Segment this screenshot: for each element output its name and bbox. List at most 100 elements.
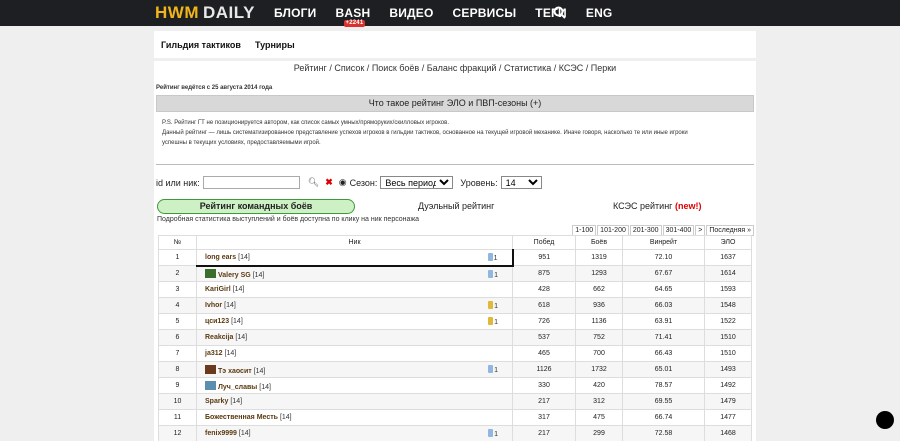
col-elo[interactable]: ЭЛО [704, 235, 752, 250]
subnav-tournaments[interactable]: Турниры [255, 40, 295, 50]
elo-cell: 1468 [704, 425, 752, 441]
nick-cell: Божественная Месть [14] [196, 409, 513, 426]
wins-cell: 317 [512, 409, 576, 426]
nav-eng[interactable]: ENG [586, 6, 613, 20]
player-level: [14] [252, 271, 265, 279]
rank-cell: 1 [158, 249, 197, 266]
player-nick-link[interactable]: Reakcija [205, 334, 233, 341]
fights-cell: 475 [575, 409, 623, 426]
medal-count: 1 [494, 319, 498, 326]
medal-icon: 1 [488, 269, 498, 279]
player-nick-link[interactable]: fenix9999 [205, 430, 237, 437]
player-nick-link[interactable]: Божественная Месть [205, 414, 278, 421]
col-nick[interactable]: Ник [196, 235, 513, 250]
clear-icon[interactable]: ✖ [325, 177, 333, 188]
fights-cell: 752 [575, 329, 623, 346]
clan-icon[interactable] [205, 364, 216, 374]
nick-cell: Луч_славы [14] [196, 377, 513, 394]
ps-line: Данный рейтинг — лишь систематизированно… [162, 130, 688, 136]
player-nick-link[interactable]: KariGirl [205, 286, 231, 293]
player-level: [14] [238, 253, 250, 261]
season-select[interactable]: Весь период [380, 176, 454, 189]
wins-cell: 726 [512, 313, 576, 330]
col-fights[interactable]: Боёв [575, 235, 623, 250]
subnav-tactics-guild[interactable]: Гильдия тактиков [161, 40, 241, 50]
ps-line: P.S. Рейтинг ГТ не позиционируется автор… [162, 120, 449, 126]
new-badge: (new!) [674, 201, 702, 211]
col-winrate[interactable]: Винрейт [622, 235, 705, 250]
fights-cell: 1319 [575, 249, 623, 266]
elo-cell: 1493 [704, 361, 752, 378]
tab-duel-rating[interactable]: Дуэльный рейтинг [418, 201, 494, 211]
scroll-top-button[interactable] [876, 411, 894, 429]
table-row: 10 Sparky [14] 217 312 69.55 1479 [158, 393, 752, 410]
wins-cell: 951 [512, 249, 576, 266]
level-select[interactable]: 14 [500, 176, 542, 189]
rating-tabs: Рейтинг командных боёв Дуэльный рейтинг … [157, 199, 755, 214]
search-icon[interactable]: 🔍︎ [308, 177, 319, 188]
tab-kses-rating[interactable]: КСЭС рейтинг (new!) [613, 201, 701, 211]
link-list[interactable]: Список [334, 63, 364, 73]
link-rating[interactable]: Рейтинг [294, 63, 327, 73]
wins-cell: 428 [512, 281, 576, 298]
sub-nav: Гильдия тактиков Турниры [154, 31, 756, 58]
player-nick-link[interactable]: Ivhor [205, 302, 222, 309]
wins-cell: 618 [512, 297, 576, 314]
rating-since-text: Рейтинг ведётся с 25 августа 2014 года [156, 85, 273, 91]
table-row: 6 Reakcija [14] 537 752 71.41 1510 [158, 329, 752, 346]
fights-cell: 1732 [575, 361, 623, 378]
player-nick-link[interactable]: цси123 [205, 318, 229, 325]
link-statistics[interactable]: Статистика [504, 63, 551, 73]
player-nick-link[interactable]: Луч_славы [218, 384, 257, 391]
id-input[interactable] [202, 176, 300, 189]
clan-icon[interactable] [205, 380, 216, 390]
winrate-cell: 66.03 [622, 297, 705, 314]
tab-team-rating[interactable]: Рейтинг командных боёв [157, 199, 355, 214]
nick-cell: ja312 [14] [196, 345, 513, 362]
table-row: 5 цси123 [14] 1 726 1136 63.91 1522 [158, 313, 752, 330]
table-row: 11 Божественная Месть [14] 317 475 66.74 1477 [158, 409, 752, 426]
player-nick-link[interactable]: Sparky [205, 398, 228, 405]
table-body: 1 long ears [14] 1 951 1319 72.10 1637 2 Valery S… [158, 249, 752, 441]
medal-icon: 1 [488, 365, 498, 374]
winrate-cell: 66.74 [622, 409, 705, 426]
site-logo[interactable]: HWM DAILY [155, 3, 255, 23]
nick-cell: Valery SG [14] 1 [196, 265, 513, 282]
player-level: [14] [238, 430, 251, 437]
nav-services[interactable]: СЕРВИСЫ [453, 6, 517, 20]
elo-cell: 1510 [704, 345, 752, 362]
player-nick-link[interactable]: Тэ хаосит [218, 368, 252, 375]
user-icon[interactable]: ◉ [339, 177, 347, 188]
link-kses[interactable]: КСЭС [559, 63, 584, 73]
nav-bash[interactable]: BASH +2241 [336, 6, 371, 27]
wins-cell: 1126 [512, 361, 576, 378]
table-row: 12 fenix9999 [14] 1 217 299 72.58 1468 [158, 425, 752, 441]
table-row: 4 Ivhor [14] 1 618 936 66.03 1548 [158, 297, 752, 314]
elo-cell: 1593 [704, 281, 752, 298]
col-wins[interactable]: Побед [512, 235, 576, 250]
table-row: 3 KariGirl [14] 428 662 64.65 1593 [158, 281, 752, 298]
bash-count-badge: +2241 [343, 20, 366, 27]
elo-info-toggle[interactable]: Что такое рейтинг ЭЛО и ПВП-сезоны (+) [156, 95, 754, 112]
col-rank[interactable]: № [158, 235, 197, 250]
fights-cell: 299 [575, 425, 623, 441]
link-battle-search[interactable]: Поиск боёв [372, 63, 419, 73]
rank-cell: 10 [158, 393, 197, 410]
elo-cell: 1492 [704, 377, 752, 394]
link-faction-balance[interactable]: Баланс фракций [427, 63, 497, 73]
link-perks[interactable]: Перки [591, 63, 616, 73]
nav-video[interactable]: ВИДЕО [389, 6, 433, 20]
player-level: [14] [235, 334, 248, 341]
player-nick-link[interactable]: ja312 [205, 350, 223, 357]
player-nick-link[interactable]: long ears [205, 254, 236, 261]
clan-icon[interactable] [205, 268, 216, 278]
search-icon[interactable] [553, 6, 566, 19]
player-nick-link[interactable]: Valery SG [218, 272, 251, 279]
elo-cell: 1614 [704, 265, 752, 282]
table-row: 8 Тэ хаосит [14] 1 1126 1732 65.01 1493 [158, 361, 752, 378]
season-label: Сезон: [349, 177, 378, 188]
player-level: [14] [224, 350, 237, 357]
fights-cell: 936 [575, 297, 623, 314]
table-row: 9 Луч_славы [14] 330 420 78.57 1492 [158, 377, 752, 394]
nav-blogs[interactable]: БЛОГИ [274, 6, 317, 20]
